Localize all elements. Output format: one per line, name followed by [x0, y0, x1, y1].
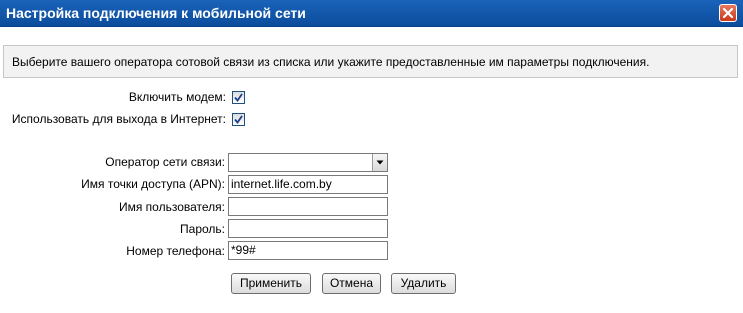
apn-input[interactable]: internet.life.com.by: [228, 175, 388, 194]
delete-button[interactable]: Удалить: [391, 273, 456, 294]
checkmark-icon: [234, 115, 243, 124]
info-text: Выберите вашего оператора сотовой связи …: [12, 55, 650, 69]
checkmark-icon: [234, 93, 243, 102]
use-for-internet-checkbox[interactable]: [232, 113, 245, 126]
chevron-down-icon: [376, 160, 384, 165]
info-message: Выберите вашего оператора сотовой связи …: [3, 45, 738, 78]
phone-label: Номер телефона:: [126, 244, 225, 258]
username-label: Имя пользователя:: [118, 200, 225, 214]
enable-modem-checkbox[interactable]: [232, 91, 245, 104]
password-input[interactable]: [228, 219, 388, 238]
cancel-button[interactable]: Отмена: [322, 273, 381, 294]
phone-input[interactable]: *99#: [228, 241, 388, 260]
username-input[interactable]: [228, 197, 388, 216]
window-title: Настройка подключения к мобильной сети: [6, 5, 306, 21]
close-button[interactable]: [719, 4, 737, 22]
dropdown-arrow[interactable]: [372, 154, 387, 171]
apn-label: Имя точки доступа (APN):: [81, 177, 225, 191]
enable-modem-label: Включить модем:: [128, 90, 226, 104]
use-for-internet-label: Использовать для выхода в Интернет:: [11, 112, 226, 126]
operator-select[interactable]: [228, 153, 388, 172]
password-label: Пароль:: [180, 222, 225, 236]
apply-button[interactable]: Применить: [231, 273, 311, 294]
close-icon: [722, 7, 734, 19]
operator-label: Оператор сети связи:: [105, 155, 225, 169]
window-titlebar: Настройка подключения к мобильной сети: [0, 0, 743, 27]
